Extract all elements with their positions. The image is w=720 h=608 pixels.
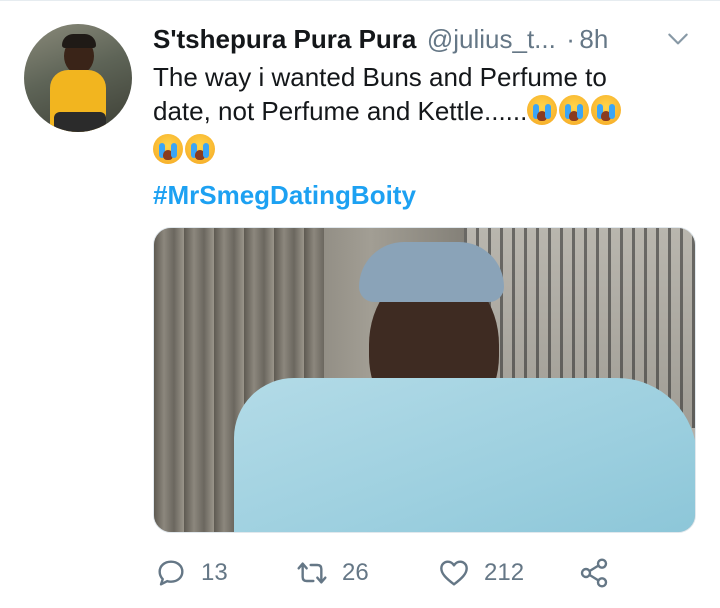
tweet-header: S'tshepura Pura Pura @julius_t... · 8h (153, 24, 693, 58)
image-headscarf (359, 242, 504, 302)
image-blanket (234, 378, 695, 532)
emoji-group-2 (153, 134, 217, 172)
like-count: 212 (484, 559, 525, 586)
author-name[interactable]: S'tshepura Pura Pura (153, 24, 416, 54)
avatar[interactable] (24, 24, 132, 132)
crying-face-emoji-icon (559, 95, 590, 125)
tweet-text: The way i wanted Buns and Perfume to dat… (153, 60, 693, 172)
time-separator: · (566, 24, 575, 54)
crying-face-emoji-icon (185, 134, 215, 164)
crying-face-emoji-icon (527, 95, 558, 125)
like-button[interactable]: 212 (438, 555, 524, 591)
chevron-down-icon[interactable] (665, 26, 691, 52)
tweet-text-line-2-text: date, not Perfume and Kettle...... (153, 96, 528, 126)
retweet-button[interactable]: 26 (296, 555, 369, 591)
heart-icon (440, 560, 468, 586)
tweet-text-line-3 (153, 133, 693, 172)
author-handle[interactable]: @julius_t... (427, 24, 556, 54)
hashtag-link[interactable]: #MrSmegDatingBoity (153, 180, 416, 211)
top-divider (0, 0, 720, 1)
share-button[interactable] (578, 555, 610, 591)
emoji-group-1 (527, 95, 623, 133)
retweet-count: 26 (342, 559, 369, 586)
tweet-text-line-1: The way i wanted Buns and Perfume to (153, 62, 607, 92)
reply-button[interactable]: 13 (155, 555, 228, 591)
tweet-actions: 13 26 212 (0, 555, 720, 591)
reply-count: 13 (201, 559, 228, 586)
retweet-icon (297, 562, 327, 584)
tweet-text-line-2: date, not Perfume and Kettle...... (153, 94, 693, 133)
crying-face-emoji-icon (591, 95, 622, 125)
tweet-time[interactable]: 8h (579, 24, 608, 54)
avatar-cap (62, 34, 96, 48)
tweet-image[interactable] (153, 227, 696, 533)
crying-face-emoji-icon (153, 134, 183, 164)
avatar-legs (54, 112, 106, 132)
reply-icon (158, 560, 184, 586)
share-icon (580, 558, 608, 588)
